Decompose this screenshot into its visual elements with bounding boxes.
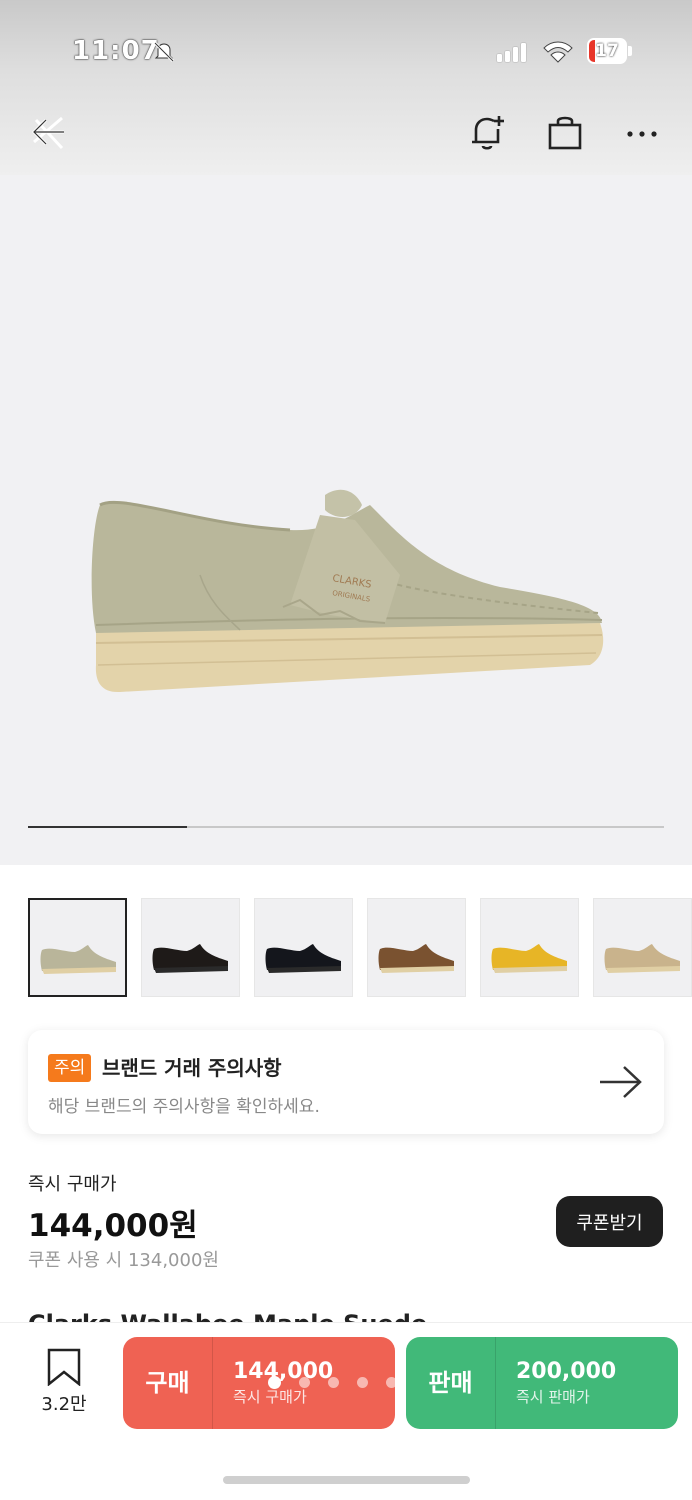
- sell-button[interactable]: 판매 200,000 즉시 판매가: [406, 1337, 678, 1429]
- buy-label: 구매: [123, 1337, 213, 1429]
- thumbnail-shoe: [491, 944, 567, 973]
- page-dots: [268, 1376, 397, 1389]
- wifi-icon: [543, 41, 573, 63]
- thumbnail-shoe: [265, 944, 341, 973]
- carousel-progress: [28, 826, 664, 828]
- thumbnail-shoe: [378, 944, 454, 973]
- sell-label: 판매: [406, 1337, 496, 1429]
- more-icon[interactable]: [622, 112, 662, 152]
- color-thumbnail[interactable]: [593, 898, 692, 997]
- arrow-right-icon[interactable]: [598, 1062, 644, 1102]
- notice-badge: 주의: [48, 1054, 92, 1082]
- signal-icon: [497, 42, 526, 62]
- bell-plus-icon[interactable]: [468, 112, 508, 152]
- color-thumbnail[interactable]: [141, 898, 240, 997]
- price-value: 144,000원: [28, 1208, 198, 1244]
- shopping-bag-icon[interactable]: [545, 112, 585, 152]
- color-thumbnail[interactable]: [367, 898, 466, 997]
- product-image[interactable]: CLARKS ORIGINALS: [0, 175, 692, 865]
- color-thumbnail[interactable]: [480, 898, 579, 997]
- color-thumbnails: [28, 898, 692, 998]
- buy-subtitle: 즉시 구매가: [233, 1388, 307, 1406]
- top-area: 11:07 17: [0, 0, 692, 175]
- color-thumbnail[interactable]: [254, 898, 353, 997]
- bookmark-count: 3.2만: [41, 1394, 87, 1415]
- color-thumbnail[interactable]: [28, 898, 127, 997]
- brand-notice-card[interactable]: 주의 브랜드 거래 주의사항 해당 브랜드의 주의사항을 확인하세요.: [28, 1030, 664, 1134]
- bookmark-icon: [47, 1348, 81, 1386]
- thumbnail-shoe: [152, 944, 228, 973]
- battery-level: 17: [595, 41, 619, 61]
- status-time: 11:07: [72, 36, 160, 66]
- coupon-price-text: 쿠폰 사용 시 134,000원: [28, 1250, 219, 1271]
- sell-subtitle: 즉시 판매가: [516, 1388, 590, 1406]
- thumbnail-shoe: [40, 945, 116, 974]
- bell-muted-icon: [153, 41, 175, 63]
- coupon-button[interactable]: 쿠폰받기: [556, 1196, 663, 1247]
- price-label: 즉시 구매가: [28, 1174, 117, 1195]
- sell-amount: 200,000: [516, 1359, 617, 1384]
- back-close-icon[interactable]: [28, 112, 68, 152]
- bookmark-button[interactable]: 3.2만: [30, 1348, 98, 1418]
- battery-icon: 17: [587, 38, 633, 64]
- product-detail-page: 11:07 17 CLARKS ORIGINALS 주의 브랜드 거래 주의사항…: [0, 0, 692, 1500]
- shoe-illustration: CLARKS ORIGINALS: [91, 489, 604, 693]
- thumbnail-shoe: [604, 944, 680, 973]
- home-indicator: [223, 1476, 470, 1484]
- notice-subtitle: 해당 브랜드의 주의사항을 확인하세요.: [48, 1097, 320, 1117]
- notice-title: 브랜드 거래 주의사항: [102, 1056, 282, 1080]
